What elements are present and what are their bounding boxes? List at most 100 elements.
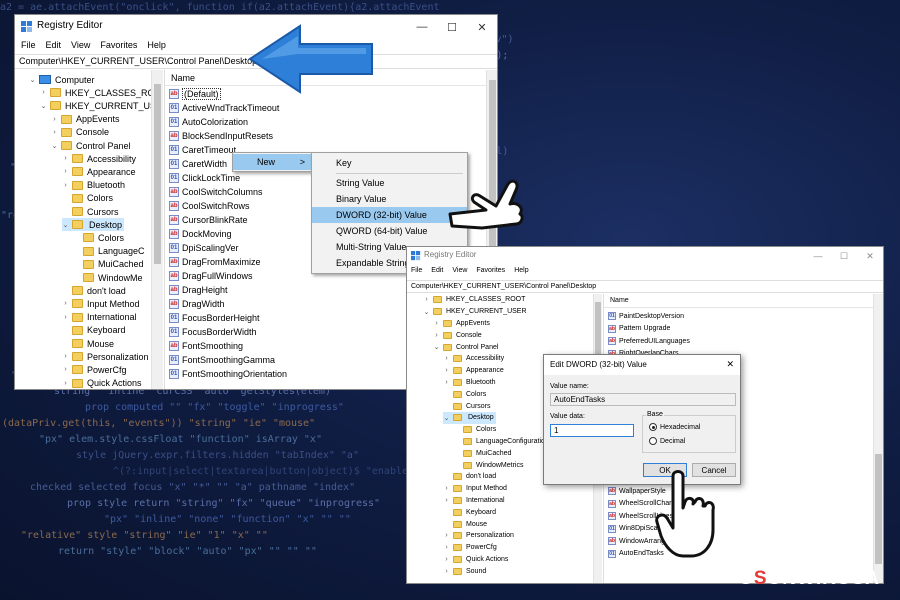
tree-item[interactable]: ⌄ Control Panel <box>51 139 131 152</box>
menu-file[interactable]: File <box>411 267 422 279</box>
tree-item[interactable]: WindowMetrics <box>453 459 523 471</box>
tree-item[interactable]: › PowerCfg <box>62 363 126 376</box>
value-data-field[interactable]: 1 <box>550 424 634 437</box>
registry-value-row[interactable]: ab FontSmoothing <box>169 339 243 353</box>
collapsed-chevron-icon[interactable]: › <box>443 497 450 504</box>
hexadecimal-radio[interactable]: Hexadecimal <box>649 423 700 431</box>
tree-item[interactable]: Mouse <box>443 518 487 530</box>
registry-value-row[interactable]: ab DragWidth <box>169 297 225 311</box>
tree-item[interactable]: ⌄ HKEY_CURRENT_USER <box>423 306 527 318</box>
radio-unchecked-icon[interactable] <box>649 437 657 445</box>
registry-value-row[interactable]: ab DragFromMaximize <box>169 255 261 269</box>
collapsed-chevron-icon[interactable]: › <box>62 300 69 307</box>
tree-item[interactable]: › Personalization <box>443 530 514 542</box>
tree-item[interactable]: › Input Method <box>62 297 139 310</box>
value-name-field[interactable]: AutoEndTasks <box>550 393 736 406</box>
tree-item[interactable]: Cursors <box>443 400 491 412</box>
menu-favorites[interactable]: Favorites <box>100 40 137 53</box>
tree-item[interactable]: Mouse <box>62 337 114 350</box>
tree-item[interactable]: ⌄ Desktop <box>443 412 496 424</box>
expanded-chevron-icon[interactable]: ⌄ <box>51 142 58 150</box>
registry-value-row[interactable]: 01 FocusBorderWidth <box>169 325 257 339</box>
registry-value-row[interactable]: ab CoolSwitchRows <box>169 199 250 213</box>
menu-edit[interactable]: Edit <box>431 267 443 279</box>
tree-item[interactable]: › Input Method <box>443 483 507 495</box>
tree-item[interactable]: › Quick Actions <box>443 554 508 566</box>
registry-value-row[interactable]: 01 PaintDesktopVersion <box>608 310 684 323</box>
radio-checked-icon[interactable] <box>649 423 657 431</box>
expanded-chevron-icon[interactable]: ⌄ <box>62 221 69 229</box>
tree-item[interactable]: › Quick Actions <box>62 377 141 389</box>
tree-item[interactable]: Keyboard <box>62 324 126 337</box>
registry-value-row[interactable]: ab PreferredUILanguages <box>608 335 690 348</box>
collapsed-chevron-icon[interactable]: › <box>443 367 450 374</box>
tree-item[interactable]: Keyboard <box>443 506 496 518</box>
tree-item[interactable]: › AppEvents <box>51 113 119 126</box>
collapsed-chevron-icon[interactable]: › <box>40 89 47 96</box>
menu-view[interactable]: View <box>71 40 90 53</box>
collapsed-chevron-icon[interactable]: › <box>443 485 450 492</box>
tree-item[interactable]: › International <box>62 311 136 324</box>
collapsed-chevron-icon[interactable]: › <box>443 544 450 551</box>
registry-value-row[interactable]: ab Pattern Upgrade <box>608 323 670 336</box>
registry-value-row[interactable]: 01 DpiScalingVer <box>169 241 239 255</box>
tree-item[interactable]: › Sound <box>443 565 486 577</box>
minimize-button[interactable]: — <box>407 15 437 39</box>
tree-item[interactable]: › Console <box>51 126 109 139</box>
tree-item[interactable]: MuiCached <box>453 447 511 459</box>
expanded-chevron-icon[interactable]: ⌄ <box>29 76 36 84</box>
menu-help[interactable]: Help <box>147 40 166 53</box>
maximize-button[interactable]: ☐ <box>437 15 467 39</box>
tree-item[interactable]: › HKEY_CLASSES_ROOT <box>423 294 525 306</box>
registry-value-row[interactable]: ab DragFullWindows <box>169 269 253 283</box>
collapsed-chevron-icon[interactable]: › <box>62 380 69 387</box>
tree-scrollbar[interactable] <box>151 70 163 389</box>
tree-item[interactable]: › Personalization <box>62 350 148 363</box>
expanded-chevron-icon[interactable]: ⌄ <box>40 102 47 110</box>
tree-item[interactable]: don't load <box>443 471 496 483</box>
collapsed-chevron-icon[interactable]: › <box>62 168 69 175</box>
collapsed-chevron-icon[interactable]: › <box>433 332 440 339</box>
submenu-item[interactable]: Key <box>312 155 467 171</box>
tree-item[interactable]: › Bluetooth <box>443 377 496 389</box>
expanded-chevron-icon[interactable]: ⌄ <box>423 308 430 316</box>
registry-value-row[interactable]: ab DockMoving <box>169 227 232 241</box>
registry-value-row[interactable]: ab CursorBlinkRate <box>169 213 248 227</box>
tree-item[interactable]: MuiCached <box>73 258 144 271</box>
expanded-chevron-icon[interactable]: ⌄ <box>433 343 440 351</box>
menu-help[interactable]: Help <box>514 267 528 279</box>
menu-edit[interactable]: Edit <box>46 40 62 53</box>
tree-item[interactable]: › International <box>443 495 505 507</box>
tree-item[interactable]: › AppEvents <box>433 318 490 330</box>
menu-favorites[interactable]: Favorites <box>476 267 505 279</box>
collapsed-chevron-icon[interactable]: › <box>443 532 450 539</box>
tree-item[interactable]: LanguageC <box>73 245 145 258</box>
collapsed-chevron-icon[interactable]: › <box>62 155 69 162</box>
list-header-name[interactable]: Name <box>604 294 873 308</box>
collapsed-chevron-icon[interactable]: › <box>443 355 450 362</box>
tree-item[interactable]: › Console <box>433 329 482 341</box>
registry-value-row[interactable]: 01 AutoColorization <box>169 115 248 129</box>
list-scroll-thumb[interactable] <box>875 454 882 564</box>
tree-item[interactable]: › Bluetooth <box>62 179 125 192</box>
tree-item[interactable]: ⌄ Computer <box>29 73 95 86</box>
registry-value-row[interactable]: 01 CaretTimeout <box>169 143 236 157</box>
tree-item[interactable]: LanguageConfiguration <box>453 436 549 448</box>
tree-item[interactable]: › Accessibility <box>62 152 136 165</box>
tree-item[interactable]: ⌄ Desktop <box>62 218 125 232</box>
registry-value-row[interactable]: ab DragHeight <box>169 283 228 297</box>
tree-item[interactable]: don't load <box>62 284 126 297</box>
close-button[interactable]: ✕ <box>467 15 497 39</box>
close-button[interactable]: ✕ <box>857 247 883 265</box>
submenu-item[interactable]: Binary Value <box>312 191 467 207</box>
collapsed-chevron-icon[interactable]: › <box>443 556 450 563</box>
tree-scroll-thumb[interactable] <box>154 84 161 264</box>
submenu-item[interactable]: String Value <box>312 175 467 191</box>
tree-item[interactable]: ⌄ Control Panel <box>433 341 498 353</box>
tree-item[interactable]: Colors <box>73 231 124 244</box>
menu-view[interactable]: View <box>452 267 467 279</box>
registry-value-row[interactable]: ab CoolSwitchColumns <box>169 185 263 199</box>
collapsed-chevron-icon[interactable]: › <box>62 314 69 321</box>
collapsed-chevron-icon[interactable]: › <box>62 366 69 373</box>
address-bar[interactable]: Computer\HKEY_CURRENT_USER\Control Panel… <box>407 280 883 293</box>
